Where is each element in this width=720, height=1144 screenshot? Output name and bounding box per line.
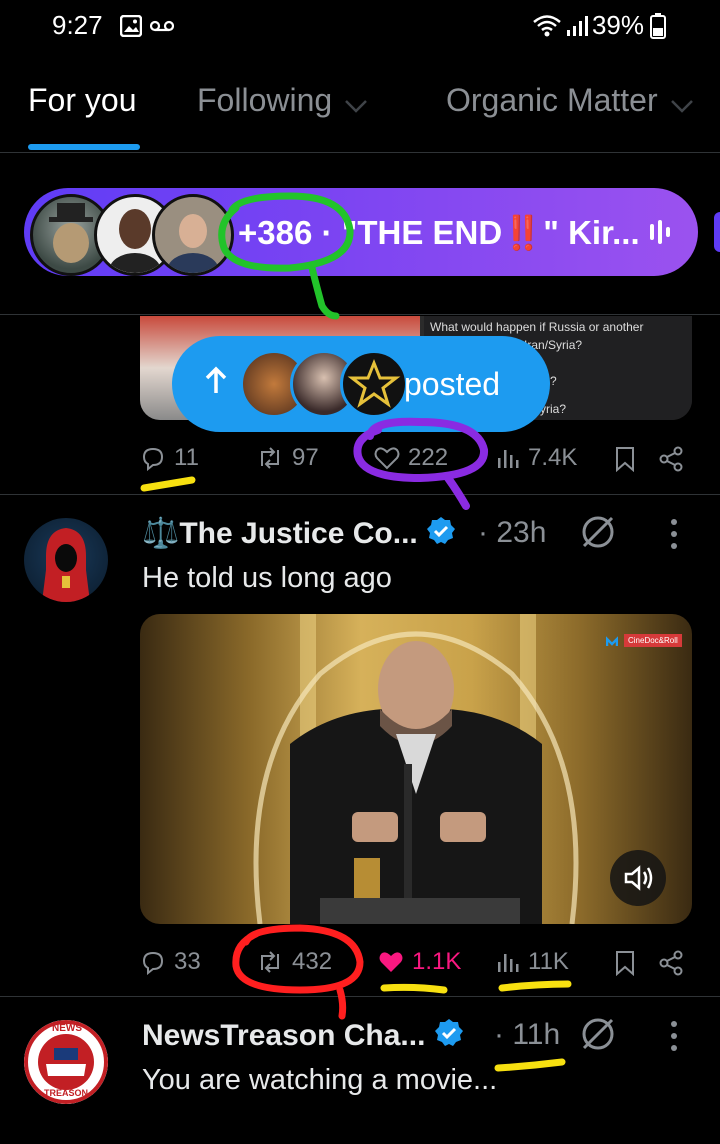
tab-following[interactable]: Following bbox=[197, 82, 368, 121]
reply-count: 11 bbox=[174, 444, 199, 471]
tab-label: For you bbox=[28, 82, 137, 118]
grok-icon[interactable] bbox=[578, 512, 618, 557]
tweet-timestamp[interactable]: · 23h bbox=[478, 516, 546, 550]
repost-button[interactable]: 432 bbox=[256, 948, 332, 976]
status-time: 9:27 bbox=[52, 10, 103, 40]
verified-badge-icon bbox=[434, 1018, 464, 1056]
avatar-text-top: NEWS bbox=[52, 1023, 82, 1034]
verified-badge-icon bbox=[426, 516, 456, 554]
annotation-purple-tail bbox=[444, 474, 470, 510]
repost-icon bbox=[261, 951, 279, 973]
speaker-icon bbox=[624, 865, 653, 891]
toast-avatar bbox=[340, 350, 408, 418]
chevron-down-icon bbox=[670, 84, 694, 121]
annotation-yellow-underline bbox=[498, 980, 572, 992]
separator-dot: · bbox=[321, 214, 333, 251]
tab-label: Following bbox=[197, 82, 333, 118]
share-button[interactable] bbox=[658, 950, 684, 976]
tab-organic-matter[interactable]: Organic Matter bbox=[446, 82, 694, 121]
reply-button[interactable]: 11 bbox=[140, 444, 199, 472]
views-icon bbox=[498, 450, 519, 468]
tab-for-you[interactable]: For you bbox=[28, 82, 136, 119]
listener-count: +386 bbox=[238, 214, 313, 251]
bookmark-icon bbox=[616, 951, 634, 976]
battery-percent: 39% bbox=[591, 10, 644, 40]
tweet-timestamp[interactable]: · 11h bbox=[494, 1018, 560, 1052]
space-title: +386 · "THE END‼️" Kir... bbox=[238, 214, 640, 253]
volume-button[interactable] bbox=[610, 850, 666, 906]
next-space-pill-edge[interactable] bbox=[714, 212, 720, 252]
repost-count: 97 bbox=[292, 444, 319, 471]
repost-icon bbox=[261, 447, 279, 469]
annotation-red-tail bbox=[336, 986, 347, 1020]
space-speaker-avatar bbox=[152, 194, 234, 276]
tab-label: Organic Matter bbox=[446, 82, 658, 118]
share-button[interactable] bbox=[658, 446, 684, 472]
tweet-author-name[interactable]: NewsTreason Cha... bbox=[142, 1018, 464, 1056]
views-icon bbox=[498, 954, 519, 972]
chevron-down-icon bbox=[344, 84, 368, 121]
signal-icon bbox=[566, 14, 590, 38]
video-watermark: CineDoc&Roll bbox=[606, 634, 682, 647]
status-bar: 9:27 39% bbox=[0, 0, 720, 56]
repost-count: 432 bbox=[292, 948, 333, 975]
share-icon bbox=[659, 950, 683, 976]
media-caption: What would happen if Russia or another bbox=[430, 320, 644, 334]
repost-button[interactable]: 97 bbox=[256, 444, 319, 472]
views-count: 7.4K bbox=[528, 444, 578, 471]
more-options-icon[interactable] bbox=[668, 516, 680, 557]
heart-filled-icon bbox=[379, 952, 403, 972]
avatar-text-bottom: TREASON bbox=[44, 1088, 89, 1098]
divider bbox=[0, 996, 720, 997]
tweet-author-avatar[interactable] bbox=[24, 518, 108, 602]
divider bbox=[0, 152, 720, 153]
annotation-yellow-underline bbox=[494, 1058, 566, 1072]
gallery-icon bbox=[120, 14, 142, 38]
like-button[interactable]: 222 bbox=[374, 444, 448, 472]
author-name-text: ⚖️The Justice Co... bbox=[142, 517, 418, 550]
bookmark-button[interactable] bbox=[614, 950, 636, 976]
space-title-text: "THE END‼️" Kir... bbox=[341, 214, 640, 251]
voicemail-icon bbox=[150, 14, 174, 38]
tweet-author-name[interactable]: ⚖️The Justice Co... bbox=[142, 516, 456, 554]
reply-button[interactable]: 33 bbox=[140, 948, 201, 976]
reply-count: 33 bbox=[174, 948, 201, 975]
battery-icon bbox=[650, 13, 666, 39]
heart-icon bbox=[374, 447, 400, 470]
share-icon bbox=[659, 446, 683, 472]
like-count: 222 bbox=[408, 444, 449, 471]
views-button[interactable]: 7.4K bbox=[496, 444, 577, 472]
views-button[interactable]: 11K bbox=[496, 948, 569, 976]
grok-icon[interactable] bbox=[578, 1014, 618, 1059]
like-button[interactable]: 1.1K bbox=[378, 948, 461, 976]
audio-bars-icon bbox=[648, 218, 676, 251]
active-tab-indicator bbox=[28, 144, 140, 150]
author-name-text: NewsTreason Cha... bbox=[142, 1018, 426, 1052]
divider bbox=[0, 314, 720, 315]
watermark-label: CineDoc&Roll bbox=[624, 634, 682, 647]
tweet-text: You are watching a movie... bbox=[142, 1064, 498, 1096]
tweet-author-avatar[interactable]: NEWS TREASON bbox=[24, 1020, 108, 1104]
reply-icon bbox=[142, 447, 164, 471]
divider bbox=[0, 494, 720, 495]
more-options-icon[interactable] bbox=[668, 1018, 680, 1059]
wifi-icon bbox=[532, 14, 562, 38]
annotation-yellow-underline bbox=[140, 476, 196, 492]
annotation-yellow-underline bbox=[380, 983, 448, 994]
reply-icon bbox=[142, 951, 164, 975]
toast-label: posted bbox=[404, 366, 501, 402]
views-count: 11K bbox=[528, 948, 569, 975]
arrow-up-icon bbox=[204, 366, 228, 401]
watermark-logo-icon bbox=[606, 635, 618, 646]
bookmark-icon bbox=[616, 447, 634, 472]
tweet-text: He told us long ago bbox=[142, 562, 392, 594]
like-count: 1.1K bbox=[412, 948, 462, 975]
bookmark-button[interactable] bbox=[614, 446, 636, 472]
